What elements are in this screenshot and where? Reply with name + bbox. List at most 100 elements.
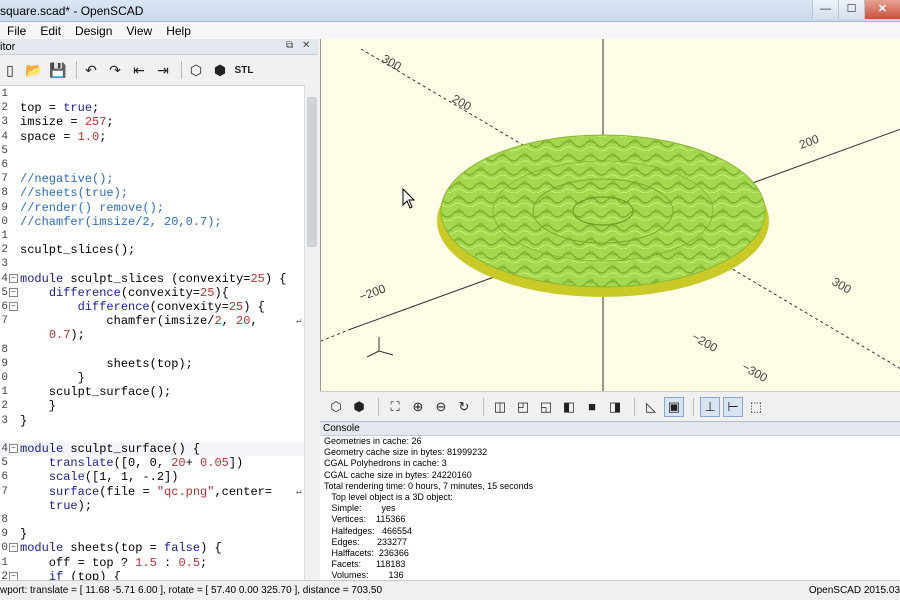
undo-icon[interactable]: ↶ [81, 60, 101, 80]
code-text: //sheets(true); [20, 186, 129, 201]
code-line[interactable]: 2 sculpt_slices(); [0, 243, 304, 257]
export-stl-icon[interactable]: STL [234, 60, 254, 80]
line-number: 0 [1, 215, 8, 228]
view-front-icon[interactable]: ■ [582, 397, 602, 417]
menu-help[interactable]: Help [159, 24, 198, 38]
menu-design[interactable]: Design [68, 24, 119, 38]
view-left-icon[interactable]: ◧ [559, 397, 579, 417]
code-line[interactable] [0, 428, 304, 442]
render-icon[interactable]: ⬢ [349, 397, 369, 417]
zoom-in-icon[interactable]: ⊕ [408, 397, 428, 417]
code-editor[interactable]: 1 2 top = true; 3 imsize = 257; 4 space = 1.0;… [0, 85, 304, 580]
unindent-icon[interactable]: ⇤ [129, 60, 149, 80]
code-line[interactable]: 1 sculpt_surface(); [0, 385, 304, 399]
show-scale-icon[interactable]: ⊢ [723, 396, 743, 417]
line-number: 3 [1, 116, 8, 129]
code-line[interactable]: 7 surface(file = "qc.png",center= ↵ [0, 485, 304, 499]
code-line[interactable]: 0 } [0, 371, 304, 385]
line-number: 7 [1, 485, 8, 498]
console-line: Geometries in cache: 26 [324, 436, 422, 446]
fold-toggle-icon[interactable]: − [9, 287, 18, 297]
code-line[interactable]: 1 [0, 87, 304, 101]
code-line[interactable]: 5 translate([0, 0, 20+ 0.05]) [0, 456, 304, 470]
view-right-icon[interactable]: ◫ [490, 397, 510, 417]
close-button[interactable]: ✕ [864, 0, 900, 19]
menu-view[interactable]: View [119, 24, 159, 38]
openscad-window: square.scad* - OpenSCAD — ☐ ✕ File Edit … [0, 0, 900, 600]
code-line[interactable]: 8 [0, 343, 304, 357]
close-icon[interactable]: ✕ [302, 40, 310, 51]
view-bottom-icon[interactable]: ◱ [536, 397, 556, 417]
maximize-button[interactable]: ☐ [838, 0, 864, 19]
float-icon[interactable]: ⧉ [286, 40, 293, 51]
new-file-icon[interactable]: ▯ [0, 60, 20, 80]
code-line[interactable]: 7 //negative(); [0, 172, 304, 186]
code-line[interactable]: 9 sheets(top); [0, 357, 304, 371]
console-line: Halfedges: 466554 [324, 525, 413, 536]
code-text: //render() remove(); [20, 200, 165, 215]
code-line[interactable]: 2 } [0, 399, 304, 413]
code-line[interactable]: 0.7); [0, 328, 304, 342]
minimize-button[interactable]: — [812, 0, 838, 19]
view-top-icon[interactable]: ◰ [513, 397, 533, 417]
3d-viewport[interactable]: 300 200 200 300 −200 −200 −300 [320, 39, 900, 391]
code-line[interactable]: 2 top = true; [0, 101, 304, 115]
fold-toggle-icon[interactable]: − [9, 302, 18, 311]
perspective-icon[interactable]: ◺ [641, 397, 661, 417]
menu-edit[interactable]: Edit [33, 24, 68, 38]
orthogonal-icon[interactable]: ▣ [664, 396, 684, 417]
code-line[interactable]: 8 //sheets(true); [0, 186, 304, 200]
zoom-all-icon[interactable]: ⛶ [385, 397, 405, 417]
code-line[interactable]: 3} [0, 414, 304, 428]
line-number: 0 [1, 372, 8, 384]
code-line[interactable]: true); [0, 499, 304, 513]
code-line[interactable]: 9} [0, 527, 304, 541]
code-line[interactable]: 5− difference(convexity=25){ [0, 286, 304, 300]
indent-icon[interactable]: ⇥ [153, 60, 173, 80]
zoom-out-icon[interactable]: ⊖ [431, 397, 451, 417]
fold-toggle-icon[interactable]: − [9, 571, 18, 580]
code-line[interactable]: 5 [0, 144, 304, 158]
code-line[interactable]: 4 space = 1.0; [0, 130, 304, 144]
reset-view-icon[interactable]: ↻ [454, 397, 474, 417]
save-icon[interactable]: 💾 [48, 60, 68, 80]
preview-icon[interactable]: ⬡ [186, 60, 206, 80]
line-number: 8 [1, 514, 8, 526]
open-folder-icon[interactable]: 📂 [24, 60, 44, 80]
line-number: 1 [1, 230, 8, 242]
code-line[interactable]: 3 [0, 257, 304, 271]
code-text: top = true; [20, 101, 100, 116]
code-text: difference(convexity=25){ [48, 285, 229, 300]
status-bar: wport: translate = [ 11.68 -5.71 6.00 ],… [0, 580, 900, 600]
code-line[interactable]: 8 [0, 513, 304, 527]
fold-toggle-icon[interactable]: − [9, 273, 18, 283]
view-back-icon[interactable]: ◨ [605, 397, 625, 417]
code-line[interactable]: 0− module sheets(top = false) { [0, 541, 304, 555]
fold-toggle-icon[interactable]: − [9, 543, 18, 553]
code-line[interactable]: 0 //chamfer(imsize/2, 20,0.7); [0, 215, 304, 229]
code-line[interactable]: 9 //render() remove(); [0, 201, 304, 215]
code-line[interactable]: 4− module sculpt_slices (convexity=25) { [0, 272, 304, 286]
line-number: 2 [1, 400, 8, 413]
code-line[interactable]: 6 [0, 158, 304, 172]
code-line[interactable]: 2− if (top) { [0, 570, 304, 580]
scrollbar-thumb[interactable] [307, 97, 317, 247]
preview-icon[interactable]: ⬡ [326, 397, 346, 417]
code-line[interactable]: 4− module sculpt_surface() { [0, 442, 304, 457]
fold-toggle-icon[interactable]: − [9, 444, 18, 453]
show-axes-icon[interactable]: ⊥ [700, 396, 720, 417]
show-edges-icon[interactable]: ⬚ [746, 397, 766, 417]
menu-file[interactable]: File [0, 24, 33, 38]
editor-scrollbar[interactable] [304, 85, 318, 580]
code-line[interactable]: 1 off = top ? 1.5 : 0.5; [0, 556, 304, 570]
code-line[interactable]: 1 [0, 229, 304, 243]
line-number: 3 [1, 258, 8, 271]
axis-indicator-icon [366, 337, 394, 358]
redo-icon[interactable]: ↷ [105, 60, 125, 80]
code-line[interactable]: 6− difference(convexity=25) { [0, 300, 304, 314]
code-line[interactable]: 6 scale([1, 1, -.2]) [0, 470, 304, 484]
render-icon[interactable]: ⬢ [210, 60, 230, 80]
code-line[interactable]: 7 chamfer(imsize/2, 20, ↵ [0, 314, 304, 328]
code-line[interactable]: 3 imsize = 257; [0, 115, 304, 129]
console-line: Geometry cache size in bytes: 81999232 [324, 447, 488, 458]
